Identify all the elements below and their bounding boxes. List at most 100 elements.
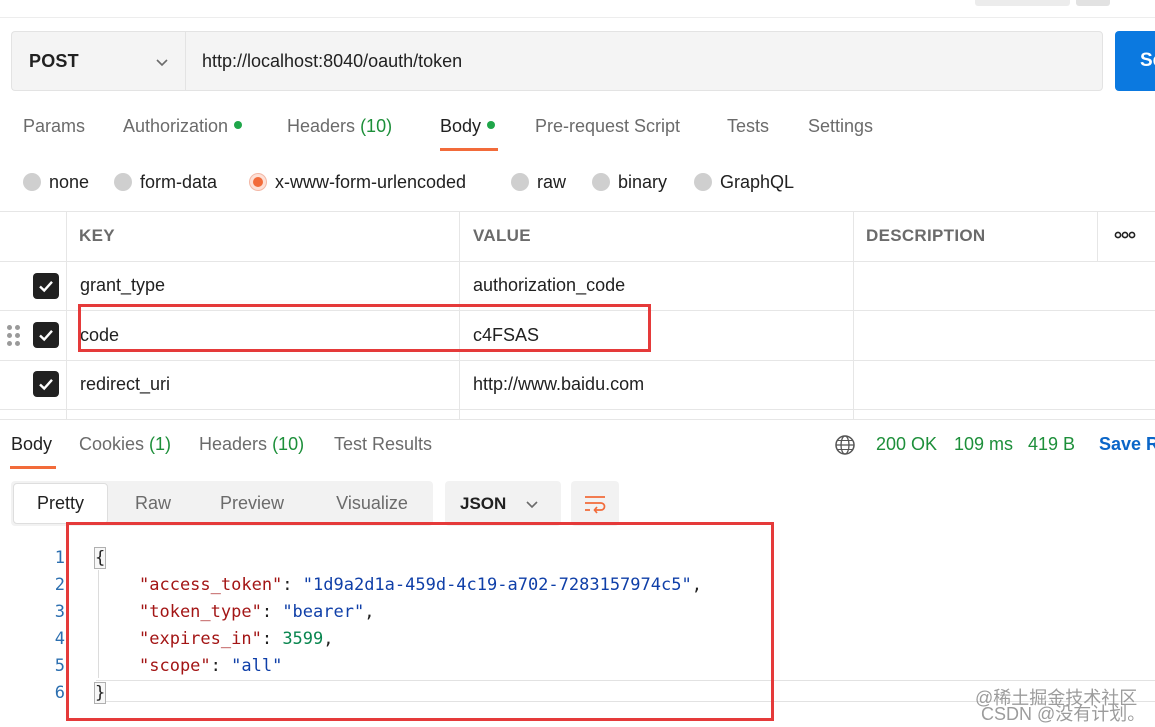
radio-form-data[interactable]: form-data <box>114 170 217 194</box>
url-text: http://localhost:8040/oauth/token <box>202 50 463 71</box>
tab-count: (1) <box>149 434 172 454</box>
row-checkbox[interactable] <box>33 322 59 348</box>
tab-edge <box>1076 0 1110 6</box>
tab-label: Body <box>440 116 482 136</box>
row-checkbox[interactable] <box>33 371 59 397</box>
chevron-down-icon <box>526 501 538 509</box>
response-time[interactable]: 109 ms <box>954 434 1013 455</box>
line-number: 6 <box>54 683 65 703</box>
radio-label: none <box>49 171 90 192</box>
radio-label: raw <box>537 171 567 192</box>
tab-response-body[interactable]: Body <box>11 434 52 455</box>
view-raw[interactable]: Raw <box>118 481 188 526</box>
format-label: JSON <box>460 493 507 513</box>
tab-label: Test Results <box>334 434 433 454</box>
response-size[interactable]: 419 B <box>1028 434 1075 455</box>
radio-icon <box>592 173 610 191</box>
send-button[interactable]: Se <box>1115 31 1155 91</box>
tab-edge <box>975 0 1070 6</box>
line-number: 4 <box>54 629 65 649</box>
tab-tests[interactable]: Tests <box>727 116 769 137</box>
line-number: 5 <box>54 656 65 676</box>
radio-label: binary <box>618 171 668 192</box>
status-dot-icon <box>234 121 243 129</box>
tab-label: Headers <box>287 116 356 136</box>
tab-params[interactable]: Params <box>23 116 85 137</box>
check-icon <box>39 378 53 391</box>
view-pretty[interactable]: Pretty <box>13 483 108 524</box>
tab-body[interactable]: Body <box>440 116 496 137</box>
radio-icon <box>694 173 712 191</box>
wrap-lines-button[interactable] <box>571 481 619 526</box>
active-tab-indicator <box>440 148 498 151</box>
line-number: 1 <box>54 548 65 568</box>
top-strip <box>0 0 1155 18</box>
table-border <box>0 261 1155 262</box>
param-value[interactable]: authorization_code <box>473 275 625 296</box>
tab-authorization[interactable]: Authorization <box>123 116 243 137</box>
radio-label: form-data <box>140 171 218 192</box>
check-icon <box>39 280 53 293</box>
radio-label: x-www-form-urlencoded <box>275 171 467 192</box>
table-border <box>0 360 1155 361</box>
method-label: POST <box>29 50 79 71</box>
tab-settings[interactable]: Settings <box>808 116 873 137</box>
tab-cookies[interactable]: Cookies (1) <box>79 434 171 455</box>
wrap-icon <box>585 495 606 514</box>
column-header-key: KEY <box>79 226 115 245</box>
chevron-down-icon <box>156 59 168 67</box>
tab-response-headers[interactable]: Headers (10) <box>199 434 304 455</box>
view-preview[interactable]: Preview <box>204 481 300 526</box>
view-visualize[interactable]: Visualize <box>322 481 422 526</box>
table-border <box>853 211 854 419</box>
line-number: 3 <box>54 602 65 622</box>
highlight-box <box>66 522 774 721</box>
section-divider <box>0 419 1155 420</box>
table-border <box>0 211 1155 212</box>
param-key[interactable]: redirect_uri <box>80 374 170 395</box>
tab-test-results[interactable]: Test Results <box>334 434 432 455</box>
tab-label: Authorization <box>123 116 229 136</box>
status-code[interactable]: 200 OK <box>876 434 937 455</box>
tab-label: Pre-request Script <box>535 116 681 136</box>
table-border <box>1097 211 1098 261</box>
radio-binary[interactable]: binary <box>592 170 667 194</box>
tab-label: Headers <box>199 434 268 454</box>
tab-headers[interactable]: Headers (10) <box>287 116 392 137</box>
drag-handle-icon[interactable] <box>6 323 22 347</box>
param-value[interactable]: http://www.baidu.com <box>473 374 644 395</box>
watermark-text: CSDN @没有计划。 <box>981 704 1146 724</box>
tab-label: Params <box>23 116 86 136</box>
row-checkbox[interactable] <box>33 273 59 299</box>
tab-label: Settings <box>808 116 874 136</box>
tab-label: Body <box>11 434 53 454</box>
param-key[interactable]: grant_type <box>80 275 165 296</box>
tab-pre-request-script[interactable]: Pre-request Script <box>535 116 680 137</box>
radio-icon <box>511 173 529 191</box>
radio-icon <box>23 173 41 191</box>
tab-label: Cookies <box>79 434 145 454</box>
radio-x-www-form-urlencoded[interactable]: x-www-form-urlencoded <box>249 170 466 194</box>
radio-none[interactable]: none <box>23 170 89 194</box>
column-header-description: DESCRIPTION <box>866 226 986 245</box>
radio-icon <box>114 173 132 191</box>
check-icon <box>39 329 53 342</box>
status-dot-icon <box>487 121 496 129</box>
save-response-button[interactable]: Save R <box>1099 434 1155 455</box>
active-tab-indicator <box>10 466 56 469</box>
globe-icon[interactable] <box>834 434 856 456</box>
radio-label: GraphQL <box>720 171 795 192</box>
tab-label: Tests <box>727 116 770 136</box>
highlight-box <box>78 304 651 352</box>
tab-count: (10) <box>272 434 305 454</box>
radio-selected-icon <box>249 173 267 191</box>
more-options-icon[interactable] <box>1114 229 1136 241</box>
table-border <box>66 211 67 419</box>
format-select[interactable]: JSON <box>445 481 561 526</box>
radio-graphql[interactable]: GraphQL <box>694 170 794 194</box>
method-select[interactable]: POST <box>11 31 185 91</box>
tab-count: (10) <box>360 116 393 136</box>
radio-raw[interactable]: raw <box>511 170 566 194</box>
table-border <box>0 409 1155 410</box>
url-input[interactable]: http://localhost:8040/oauth/token <box>185 31 1103 91</box>
